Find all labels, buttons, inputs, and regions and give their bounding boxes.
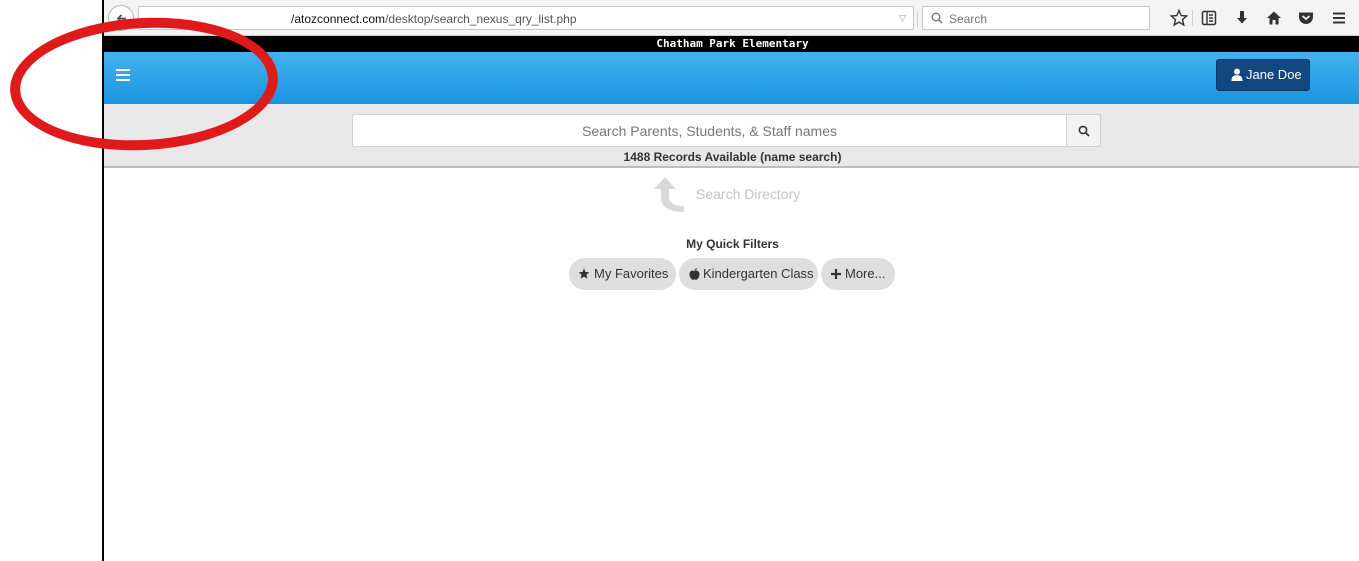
- bookmark-star-icon[interactable]: [1170, 9, 1188, 27]
- filter-chip-label: More...: [845, 266, 886, 281]
- menu-icon[interactable]: [116, 69, 130, 81]
- url-divider: [917, 11, 918, 27]
- url-dropdown-icon[interactable]: ▽: [899, 13, 906, 24]
- url-bar[interactable]: /atozconnect.com/desktop/search_nexus_qr…: [138, 6, 940, 30]
- back-arrow-icon: [116, 14, 126, 23]
- plus-icon: [831, 269, 841, 279]
- search-directory-hint: Search Directory: [696, 186, 801, 202]
- directory-search-button[interactable]: [1066, 114, 1101, 147]
- filter-chip-kindergarten-class[interactable]: Kindergarten Class: [679, 258, 818, 290]
- browser-window: /atozconnect.com/desktop/search_nexus_qr…: [102, 0, 1359, 561]
- download-icon[interactable]: [1233, 9, 1251, 27]
- filter-chip-label: Kindergarten Class: [703, 266, 814, 281]
- curved-up-arrow-icon: [654, 177, 684, 212]
- user-name: Jane Doe: [1246, 67, 1302, 82]
- quick-filters-title: My Quick Filters: [686, 237, 779, 251]
- url-text: /atozconnect.com/desktop/search_nexus_qr…: [291, 12, 577, 26]
- user-account-button[interactable]: Jane Doe: [1216, 59, 1310, 91]
- reading-list-icon[interactable]: [1200, 9, 1218, 27]
- records-count: 1488 Records Available (name search): [623, 150, 842, 164]
- search-icon: [931, 12, 943, 24]
- hamburger-menu-icon[interactable]: [1330, 9, 1348, 27]
- school-name-banner: Chatham Park Elementary: [104, 36, 1359, 52]
- home-icon[interactable]: [1265, 9, 1283, 27]
- search-icon: [1078, 125, 1090, 137]
- user-icon: [1231, 68, 1243, 81]
- back-button[interactable]: [108, 5, 134, 31]
- pocket-icon[interactable]: [1297, 9, 1315, 27]
- star-icon: [578, 268, 590, 279]
- browser-search-box[interactable]: Search: [922, 6, 1150, 30]
- filter-chip-more[interactable]: More...: [821, 258, 895, 290]
- filter-chip-my-favorites[interactable]: My Favorites: [569, 258, 676, 290]
- url-domain: /atozconnect.com: [291, 12, 386, 26]
- url-path: /desktop/search_nexus_qry_list.php: [385, 12, 577, 26]
- directory-search-input[interactable]: [352, 114, 1066, 147]
- directory-search-bar: 1488 Records Available (name search): [104, 104, 1359, 168]
- app-header: Jane Doe: [104, 52, 1359, 104]
- toolbar-separator: [1192, 10, 1193, 26]
- browser-toolbar: /atozconnect.com/desktop/search_nexus_qr…: [104, 0, 1359, 36]
- apple-icon: [689, 268, 700, 280]
- browser-search-placeholder: Search: [949, 12, 988, 26]
- filter-chip-label: My Favorites: [594, 266, 669, 281]
